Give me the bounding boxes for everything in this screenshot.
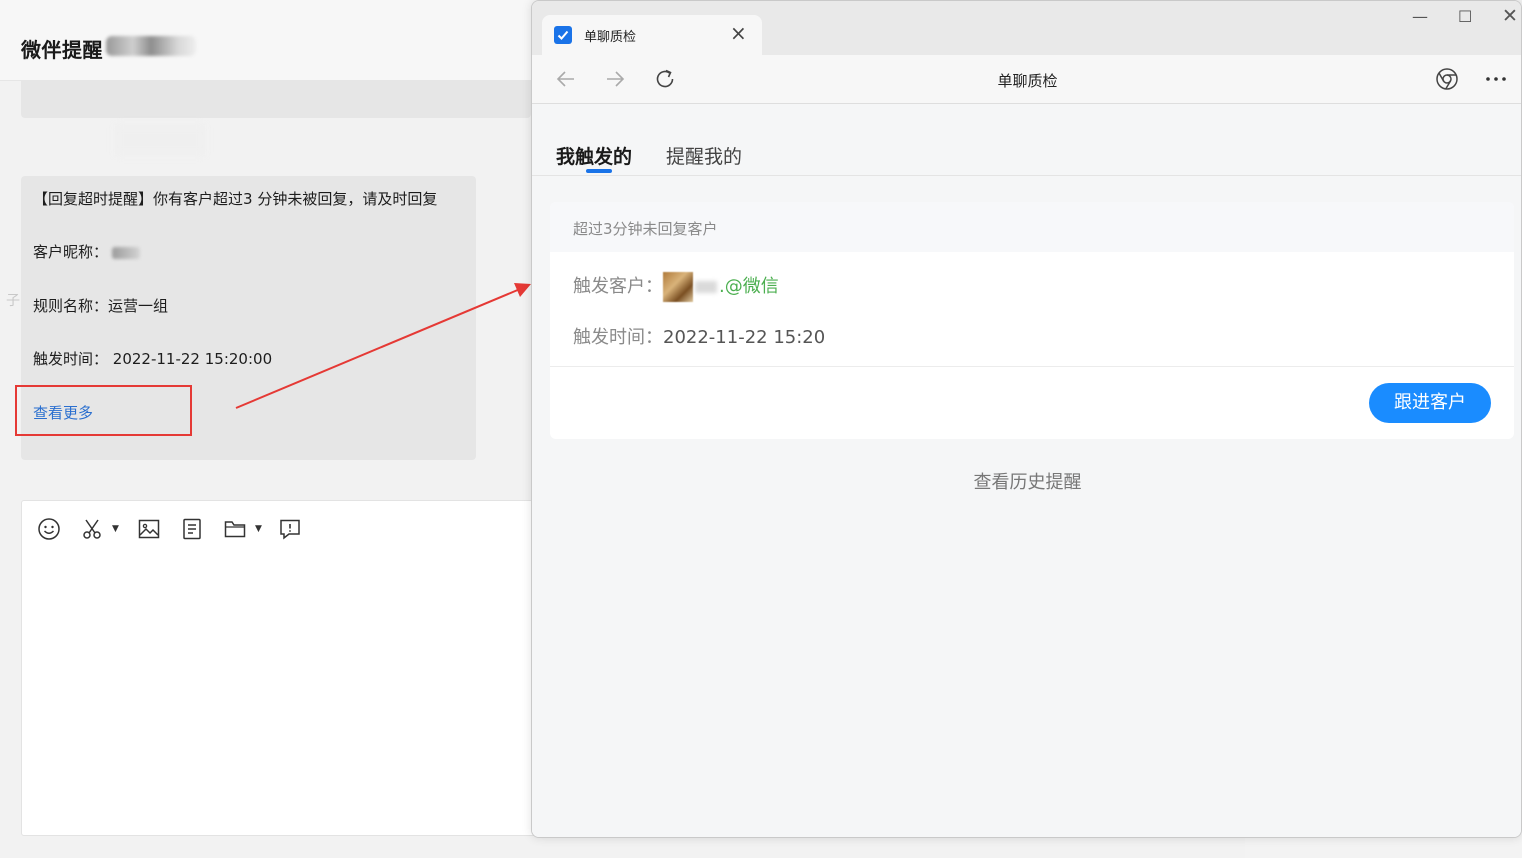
rule-name-row: 规则名称：运营一组 <box>33 295 168 316</box>
tab-strip: 单聊质检 × — ☐ ✕ <box>532 1 1521 55</box>
browser-tab[interactable]: 单聊质检 × <box>542 15 762 55</box>
annotation-highlight-box <box>15 385 192 436</box>
partial-text: 子 <box>6 293 20 309</box>
scissors-dropdown-caret[interactable]: ▼ <box>112 524 119 534</box>
customer-nickname-row: 客户昵称： <box>33 241 141 262</box>
tab-triggered-by-me[interactable]: 我触发的 <box>556 142 632 169</box>
folder-dropdown-caret[interactable]: ▼ <box>255 524 262 534</box>
card-header-text: 超过3分钟未回复客户 <box>573 220 718 238</box>
message-headline: 【回复超时提醒】你有客户超过3 分钟未被回复，请及时回复 <box>33 190 438 208</box>
emoji-icon[interactable] <box>37 517 61 541</box>
more-options-icon[interactable] <box>1484 67 1508 91</box>
minimize-icon[interactable]: — <box>1412 7 1428 26</box>
scissors-icon[interactable] <box>80 517 104 541</box>
blurred-name <box>106 36 196 56</box>
chrome-browser-icon[interactable] <box>1435 67 1459 91</box>
chat-bubble-icon[interactable] <box>278 517 302 541</box>
wechat-tag[interactable]: .@微信 <box>719 276 779 297</box>
card-time-label: 触发时间： <box>573 327 663 348</box>
follow-customer-button[interactable]: 跟进客户 <box>1369 383 1491 423</box>
window-close-icon[interactable]: ✕ <box>1502 5 1518 27</box>
rule-label: 规则名称： <box>33 297 109 315</box>
page-content: 我触发的 提醒我的 超过3分钟未回复客户 触发客户： .@微信 触发时间：2022… <box>532 104 1521 837</box>
tab-close-icon[interactable]: × <box>730 21 747 45</box>
document-icon[interactable] <box>180 517 204 541</box>
tab-title: 单聊质检 <box>584 30 637 45</box>
rule-value: 运营一组 <box>108 297 169 315</box>
active-tab-indicator <box>586 169 612 173</box>
blurred-customer-name <box>695 281 717 293</box>
maximize-icon[interactable]: ☐ <box>1458 7 1472 26</box>
checkbox-favicon-icon <box>554 26 572 44</box>
nickname-label: 客户昵称： <box>33 243 109 261</box>
page-tabs: 我触发的 提醒我的 <box>532 104 1521 176</box>
card-divider <box>550 366 1514 367</box>
previous-message-bubble <box>21 80 531 118</box>
trigger-customer-row: 触发客户： .@微信 <box>573 272 779 302</box>
blurred-nickname <box>112 246 141 259</box>
navigation-bar: 单聊质检 <box>532 55 1521 104</box>
trigger-time-row: 触发时间：2022-11-22 15:20 <box>573 323 825 349</box>
customer-avatar <box>663 272 693 302</box>
image-icon[interactable] <box>137 517 161 541</box>
reminder-card: 超过3分钟未回复客户 触发客户： .@微信 触发时间：2022-11-22 15:… <box>550 202 1514 439</box>
chat-title: 微伴提醒 <box>21 38 103 62</box>
tab-reminded-me[interactable]: 提醒我的 <box>666 142 742 169</box>
folder-icon[interactable] <box>223 517 247 541</box>
time-label: 触发时间： <box>33 350 109 368</box>
card-header: 超过3分钟未回复客户 <box>550 202 1514 252</box>
blurred-area <box>115 125 205 155</box>
browser-popup-window: 单聊质检 × — ☐ ✕ 单聊质检 我触发的 提醒我的 超过3分钟未回复客户 触… <box>531 0 1522 838</box>
card-time-value: 2022-11-22 15:20 <box>663 327 826 348</box>
trigger-time-row: 触发时间： 2022-11-22 15:20:00 <box>33 348 272 369</box>
time-value: 2022-11-22 15:20:00 <box>112 350 273 368</box>
view-history-link[interactable]: 查看历史提醒 <box>532 468 1521 494</box>
page-title-bar: 单聊质检 <box>997 72 1058 90</box>
customer-label: 触发客户： <box>573 276 663 297</box>
